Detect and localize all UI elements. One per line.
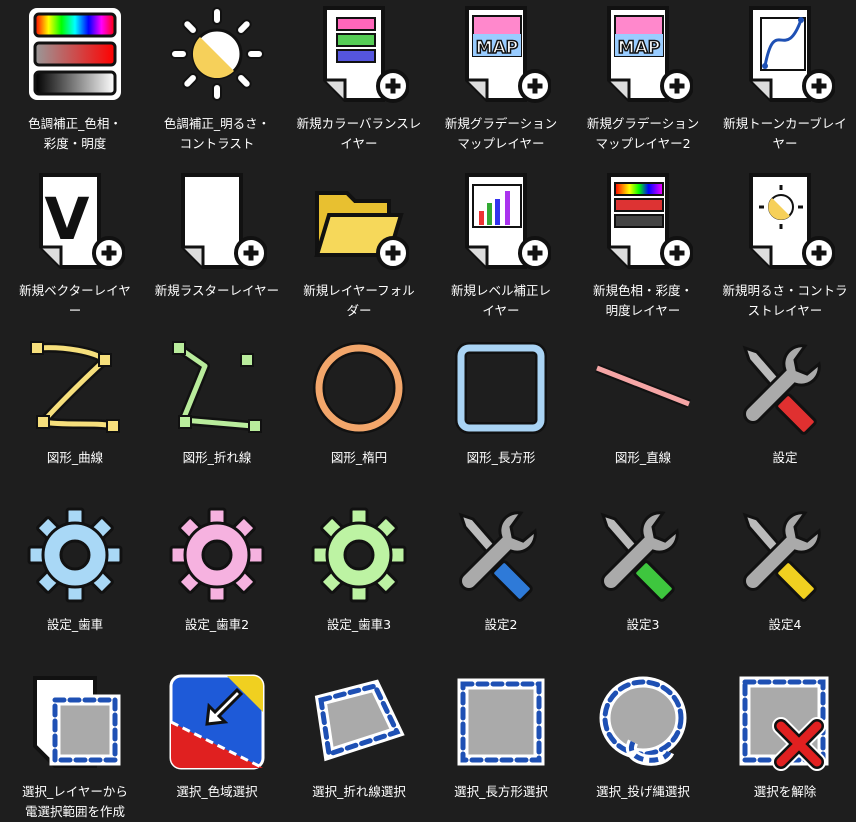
grid-item-brightness[interactable]: 色調補正_明るさ・ コントラスト (146, 0, 288, 167)
selection-from-layer-icon (25, 672, 125, 772)
grid-item-shape-curve[interactable]: 図形_曲線 (4, 334, 146, 501)
grid-item-settings-4[interactable]: 設定4 (714, 501, 856, 668)
grid-item-label: 図形_直線 (614, 450, 672, 465)
grid-item-shape-rect[interactable]: 図形_長方形 (430, 334, 572, 501)
svg-text:V: V (45, 185, 90, 253)
grid-item-sel-lasso[interactable]: 選択_投げ縄選択 (572, 668, 714, 799)
line-shape-icon (593, 338, 693, 438)
wrench-screwdriver-icon (735, 505, 835, 605)
grid-item-raster-layer[interactable]: 新規ラスターレイヤー (146, 167, 288, 334)
wrench-screwdriver-icon (735, 338, 835, 438)
grid-item-color-balance[interactable]: 新規カラーバランスレ イヤー (288, 0, 430, 167)
hsl-layer-icon (593, 171, 693, 271)
grid-item-label: 選択_投げ縄選択 (596, 784, 690, 799)
grid-item-label: 選択_色域選択 (176, 784, 258, 799)
wrench-screwdriver-icon (451, 505, 551, 605)
svg-text:MAP: MAP (476, 38, 519, 58)
grid-item-settings-gear[interactable]: 設定_歯車 (4, 501, 146, 668)
polyline-select-icon (309, 672, 409, 772)
grid-item-label: 選択_折れ線選択 (312, 784, 406, 799)
grid-item-hsl-layer[interactable]: 新規色相・彩度・ 明度レイヤー (572, 167, 714, 334)
grid-item-shape-line[interactable]: 図形_直線 (572, 334, 714, 501)
grid-item-settings-2[interactable]: 設定2 (430, 501, 572, 668)
grid-item-hue-sat[interactable]: 色調補正_色相・ 彩度・明度 (4, 0, 146, 167)
grid-item-sel-polyline[interactable]: 選択_折れ線選択 (288, 668, 430, 799)
sun-icon (167, 4, 267, 104)
grid-item-sel-color[interactable]: 選択_色域選択 (146, 668, 288, 799)
deselect-icon (735, 672, 835, 772)
grid-item-settings-3[interactable]: 設定3 (572, 501, 714, 668)
gear-icon (309, 505, 409, 605)
grid-item-settings[interactable]: 設定 (714, 334, 856, 501)
grid-item-label: 設定_歯車3 (326, 617, 392, 632)
grid-item-shape-ellipse[interactable]: 図形_楕円 (288, 334, 430, 501)
rect-select-icon (451, 672, 551, 772)
grid-item-levels-layer[interactable]: 新規レベル補正レ イヤー (430, 167, 572, 334)
levels-layer-icon (451, 171, 551, 271)
grid-item-label: 新規グラデーション マップレイヤー2 (586, 116, 700, 151)
rectangle-shape-icon (451, 338, 551, 438)
grid-item-settings-gear-2[interactable]: 設定_歯車2 (146, 501, 288, 668)
grid-item-label: 新規グラデーション マップレイヤー (444, 116, 558, 151)
grid-item-label: 図形_楕円 (330, 450, 388, 465)
vector-layer-icon: V (25, 171, 125, 271)
grid-item-settings-gear-3[interactable]: 設定_歯車3 (288, 501, 430, 668)
color-range-select-icon (167, 672, 267, 772)
polyline-shape-icon (167, 338, 267, 438)
grid-item-label: 図形_曲線 (46, 450, 104, 465)
grid-item-label: 図形_折れ線 (182, 450, 252, 465)
hue-saturation-icon (25, 4, 125, 104)
tone-curve-layer-icon (735, 4, 835, 104)
grid-item-label: 選択を解除 (753, 784, 817, 799)
icon-grid: 色調補正_色相・ 彩度・明度 色調補正_明るさ・ コントラスト 新規カラーバラン… (0, 0, 856, 819)
raster-layer-icon (167, 171, 267, 271)
grid-item-tone-curve[interactable]: 新規トーンカーブレイ ヤー (714, 0, 856, 167)
wrench-screwdriver-icon (593, 505, 693, 605)
grid-item-label: 設定 (772, 450, 798, 465)
grid-item-label: 図形_長方形 (466, 450, 536, 465)
gradient-map-layer-icon: MAP (593, 4, 693, 104)
grid-item-sel-rect[interactable]: 選択_長方形選択 (430, 668, 572, 799)
brightness-layer-icon (735, 171, 835, 271)
grid-item-label: 新規トーンカーブレイ ヤー (723, 116, 847, 151)
grid-item-gradient-map-2[interactable]: MAP 新規グラデーション マップレイヤー2 (572, 0, 714, 167)
grid-item-layer-folder[interactable]: 新規レイヤーフォル ダー (288, 167, 430, 334)
grid-item-label: 設定_歯車 (46, 617, 104, 632)
grid-item-label: 色調補正_明るさ・ コントラスト (163, 116, 271, 151)
grid-item-label: 設定2 (484, 617, 518, 632)
grid-item-sel-clear[interactable]: 選択を解除 (714, 668, 856, 799)
grid-item-vector-layer[interactable]: V 新規ベクターレイヤ ー (4, 167, 146, 334)
grid-item-label: 選択_長方形選択 (454, 784, 548, 799)
svg-text:MAP: MAP (618, 38, 661, 58)
grid-item-label: 新規ベクターレイヤ ー (19, 283, 131, 318)
grid-item-label: 新規カラーバランスレ イヤー (296, 116, 422, 151)
grid-item-label: 選択_レイヤーから 電選択範囲を作成 (22, 784, 128, 819)
ellipse-shape-icon (309, 338, 409, 438)
grid-item-label: 新規ラスターレイヤー (154, 283, 280, 298)
grid-item-brightness-layer[interactable]: 新規明るさ・コントラ ストレイヤー (714, 167, 856, 334)
grid-item-label: 新規レベル補正レ イヤー (450, 283, 551, 318)
grid-item-sel-from-layer[interactable]: 選択_レイヤーから 電選択範囲を作成 (4, 668, 146, 819)
grid-item-label: 設定4 (768, 617, 802, 632)
grid-item-shape-polyline[interactable]: 図形_折れ線 (146, 334, 288, 501)
grid-item-label: 新規明るさ・コントラ ストレイヤー (722, 283, 848, 318)
color-balance-layer-icon (309, 4, 409, 104)
grid-item-label: 設定3 (626, 617, 660, 632)
grid-item-label: 設定_歯車2 (184, 617, 250, 632)
grid-item-label: 色調補正_色相・ 彩度・明度 (28, 116, 122, 151)
gradient-map-layer-icon: MAP (451, 4, 551, 104)
grid-item-label: 新規レイヤーフォル ダー (303, 283, 415, 318)
grid-item-label: 新規色相・彩度・ 明度レイヤー (592, 283, 693, 318)
curve-shape-icon (25, 338, 125, 438)
grid-item-gradient-map[interactable]: MAP 新規グラデーション マップレイヤー (430, 0, 572, 167)
lasso-select-icon (593, 672, 693, 772)
gear-icon (25, 505, 125, 605)
gear-icon (167, 505, 267, 605)
folder-icon (309, 171, 409, 271)
